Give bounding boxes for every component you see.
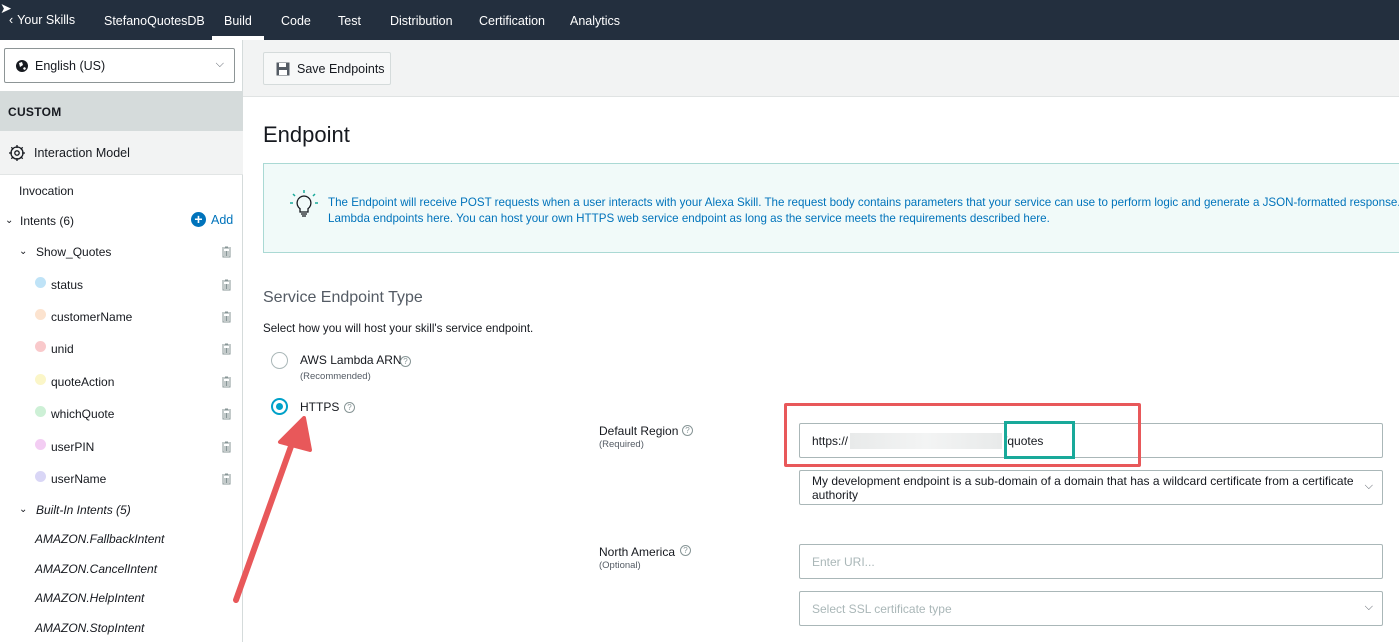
add-intent-button[interactable]: + Add <box>191 212 233 227</box>
chevron-left-icon: ‹ <box>9 13 14 27</box>
sidebar-item-builtin-intents[interactable]: Built-In Intents (5) <box>36 503 131 517</box>
globe-icon <box>16 59 28 72</box>
lambda-option-sublabel: (Recommended) <box>300 371 371 382</box>
slot-color-dot <box>35 439 46 450</box>
slot-item[interactable]: unid <box>51 342 74 356</box>
lambda-radio[interactable] <box>271 352 288 369</box>
section-title-custom: CUSTOM <box>0 91 243 131</box>
north-america-url-input[interactable]: Enter URI... <box>799 544 1383 579</box>
slot-item[interactable]: userPIN <box>51 440 94 454</box>
toolbar: Save Endpoints <box>243 40 1399 97</box>
info-banner: The Endpoint will receive POST requests … <box>263 163 1399 253</box>
tab-distribution[interactable]: Distribution <box>390 14 453 28</box>
trash-icon[interactable] <box>221 311 232 323</box>
gear-icon <box>9 144 25 161</box>
trash-icon[interactable] <box>221 246 232 258</box>
chevron-down-icon[interactable]: ⌄ <box>19 504 27 515</box>
slot-color-dot <box>35 374 46 385</box>
slot-item[interactable]: status <box>51 278 83 292</box>
chevron-down-icon[interactable]: ⌄ <box>5 215 13 226</box>
annotation-green-box <box>1004 421 1075 459</box>
locale-select[interactable]: English (US) ⌵ <box>4 48 235 83</box>
sidebar-item-intents[interactable]: Intents (6) <box>20 214 74 228</box>
tab-analytics[interactable]: Analytics <box>570 14 620 28</box>
slot-color-dot <box>35 277 46 288</box>
tab-code[interactable]: Code <box>281 14 311 28</box>
trash-icon[interactable] <box>221 279 232 291</box>
sidebar-item-builtin-intent[interactable]: AMAZON.CancelIntent <box>35 562 157 576</box>
help-icon[interactable]: ? <box>344 402 355 413</box>
sidebar-item-invocation[interactable]: Invocation <box>19 184 74 198</box>
annotation-arrow <box>233 416 312 603</box>
slot-item[interactable]: quoteAction <box>51 375 114 389</box>
save-icon <box>276 62 290 75</box>
sidebar-item-builtin-intent[interactable]: AMAZON.StopIntent <box>35 621 144 635</box>
lambda-option-label: AWS Lambda ARN <box>300 353 402 367</box>
top-navigation: ➤ ‹ Your Skills StefanoQuotesDB Build Co… <box>0 0 1399 40</box>
plus-icon: + <box>191 212 206 227</box>
tab-skill-name[interactable]: StefanoQuotesDB <box>104 14 205 28</box>
trash-icon[interactable] <box>221 343 232 355</box>
default-region-label: Default Region <box>599 424 679 438</box>
slot-color-dot <box>35 406 46 417</box>
sidebar-item-builtin-intent[interactable]: AMAZON.HelpIntent <box>35 591 144 605</box>
help-icon[interactable]: ? <box>680 545 691 556</box>
help-icon[interactable]: ? <box>682 425 693 436</box>
certificate-type-select[interactable]: My development endpoint is a sub-domain … <box>799 470 1383 505</box>
chevron-down-icon: ⌵ <box>1364 601 1373 613</box>
slot-color-dot <box>35 341 46 352</box>
ssl-certificate-select[interactable]: Select SSL certificate type ⌵ <box>799 591 1383 626</box>
slot-color-dot <box>35 309 46 320</box>
slot-item[interactable]: userName <box>51 472 106 486</box>
chevron-down-icon: ⌵ <box>1364 480 1373 492</box>
slot-item[interactable]: whichQuote <box>51 407 114 421</box>
section-title: Service Endpoint Type <box>263 289 423 306</box>
trash-icon[interactable] <box>221 376 232 388</box>
help-icon[interactable]: ? <box>400 356 411 367</box>
info-text: The Endpoint will receive POST requests … <box>328 196 1399 225</box>
lightbulb-icon <box>290 190 318 217</box>
chevron-down-icon[interactable]: ⌄ <box>19 246 27 257</box>
back-to-skills-link[interactable]: ‹ Your Skills <box>9 13 75 27</box>
north-america-sublabel: (Optional) <box>599 560 641 571</box>
tab-test[interactable]: Test <box>338 14 361 28</box>
lambda-docs-link[interactable]: here <box>427 212 450 225</box>
page-title: Endpoint <box>263 122 350 147</box>
slot-color-dot <box>35 471 46 482</box>
default-region-sublabel: (Required) <box>599 439 644 450</box>
sidebar-item-interaction-model[interactable]: Interaction Model <box>0 131 243 175</box>
annotation-red-box <box>784 403 1141 467</box>
slot-item[interactable]: customerName <box>51 310 132 324</box>
tab-build[interactable]: Build <box>212 14 264 40</box>
https-requirements-link[interactable]: here <box>1023 212 1046 225</box>
tab-certification[interactable]: Certification <box>479 14 545 28</box>
sidebar-item-intent[interactable]: Show_Quotes <box>36 245 111 259</box>
sidebar-item-builtin-intent[interactable]: AMAZON.FallbackIntent <box>35 532 164 546</box>
save-endpoints-button[interactable]: Save Endpoints <box>263 52 391 85</box>
section-hint: Select how you will host your skill's se… <box>263 322 534 335</box>
chevron-down-icon: ⌵ <box>215 58 224 70</box>
sidebar: English (US) ⌵ CUSTOM Interaction Model … <box>0 40 243 642</box>
north-america-label: North America <box>599 545 676 559</box>
